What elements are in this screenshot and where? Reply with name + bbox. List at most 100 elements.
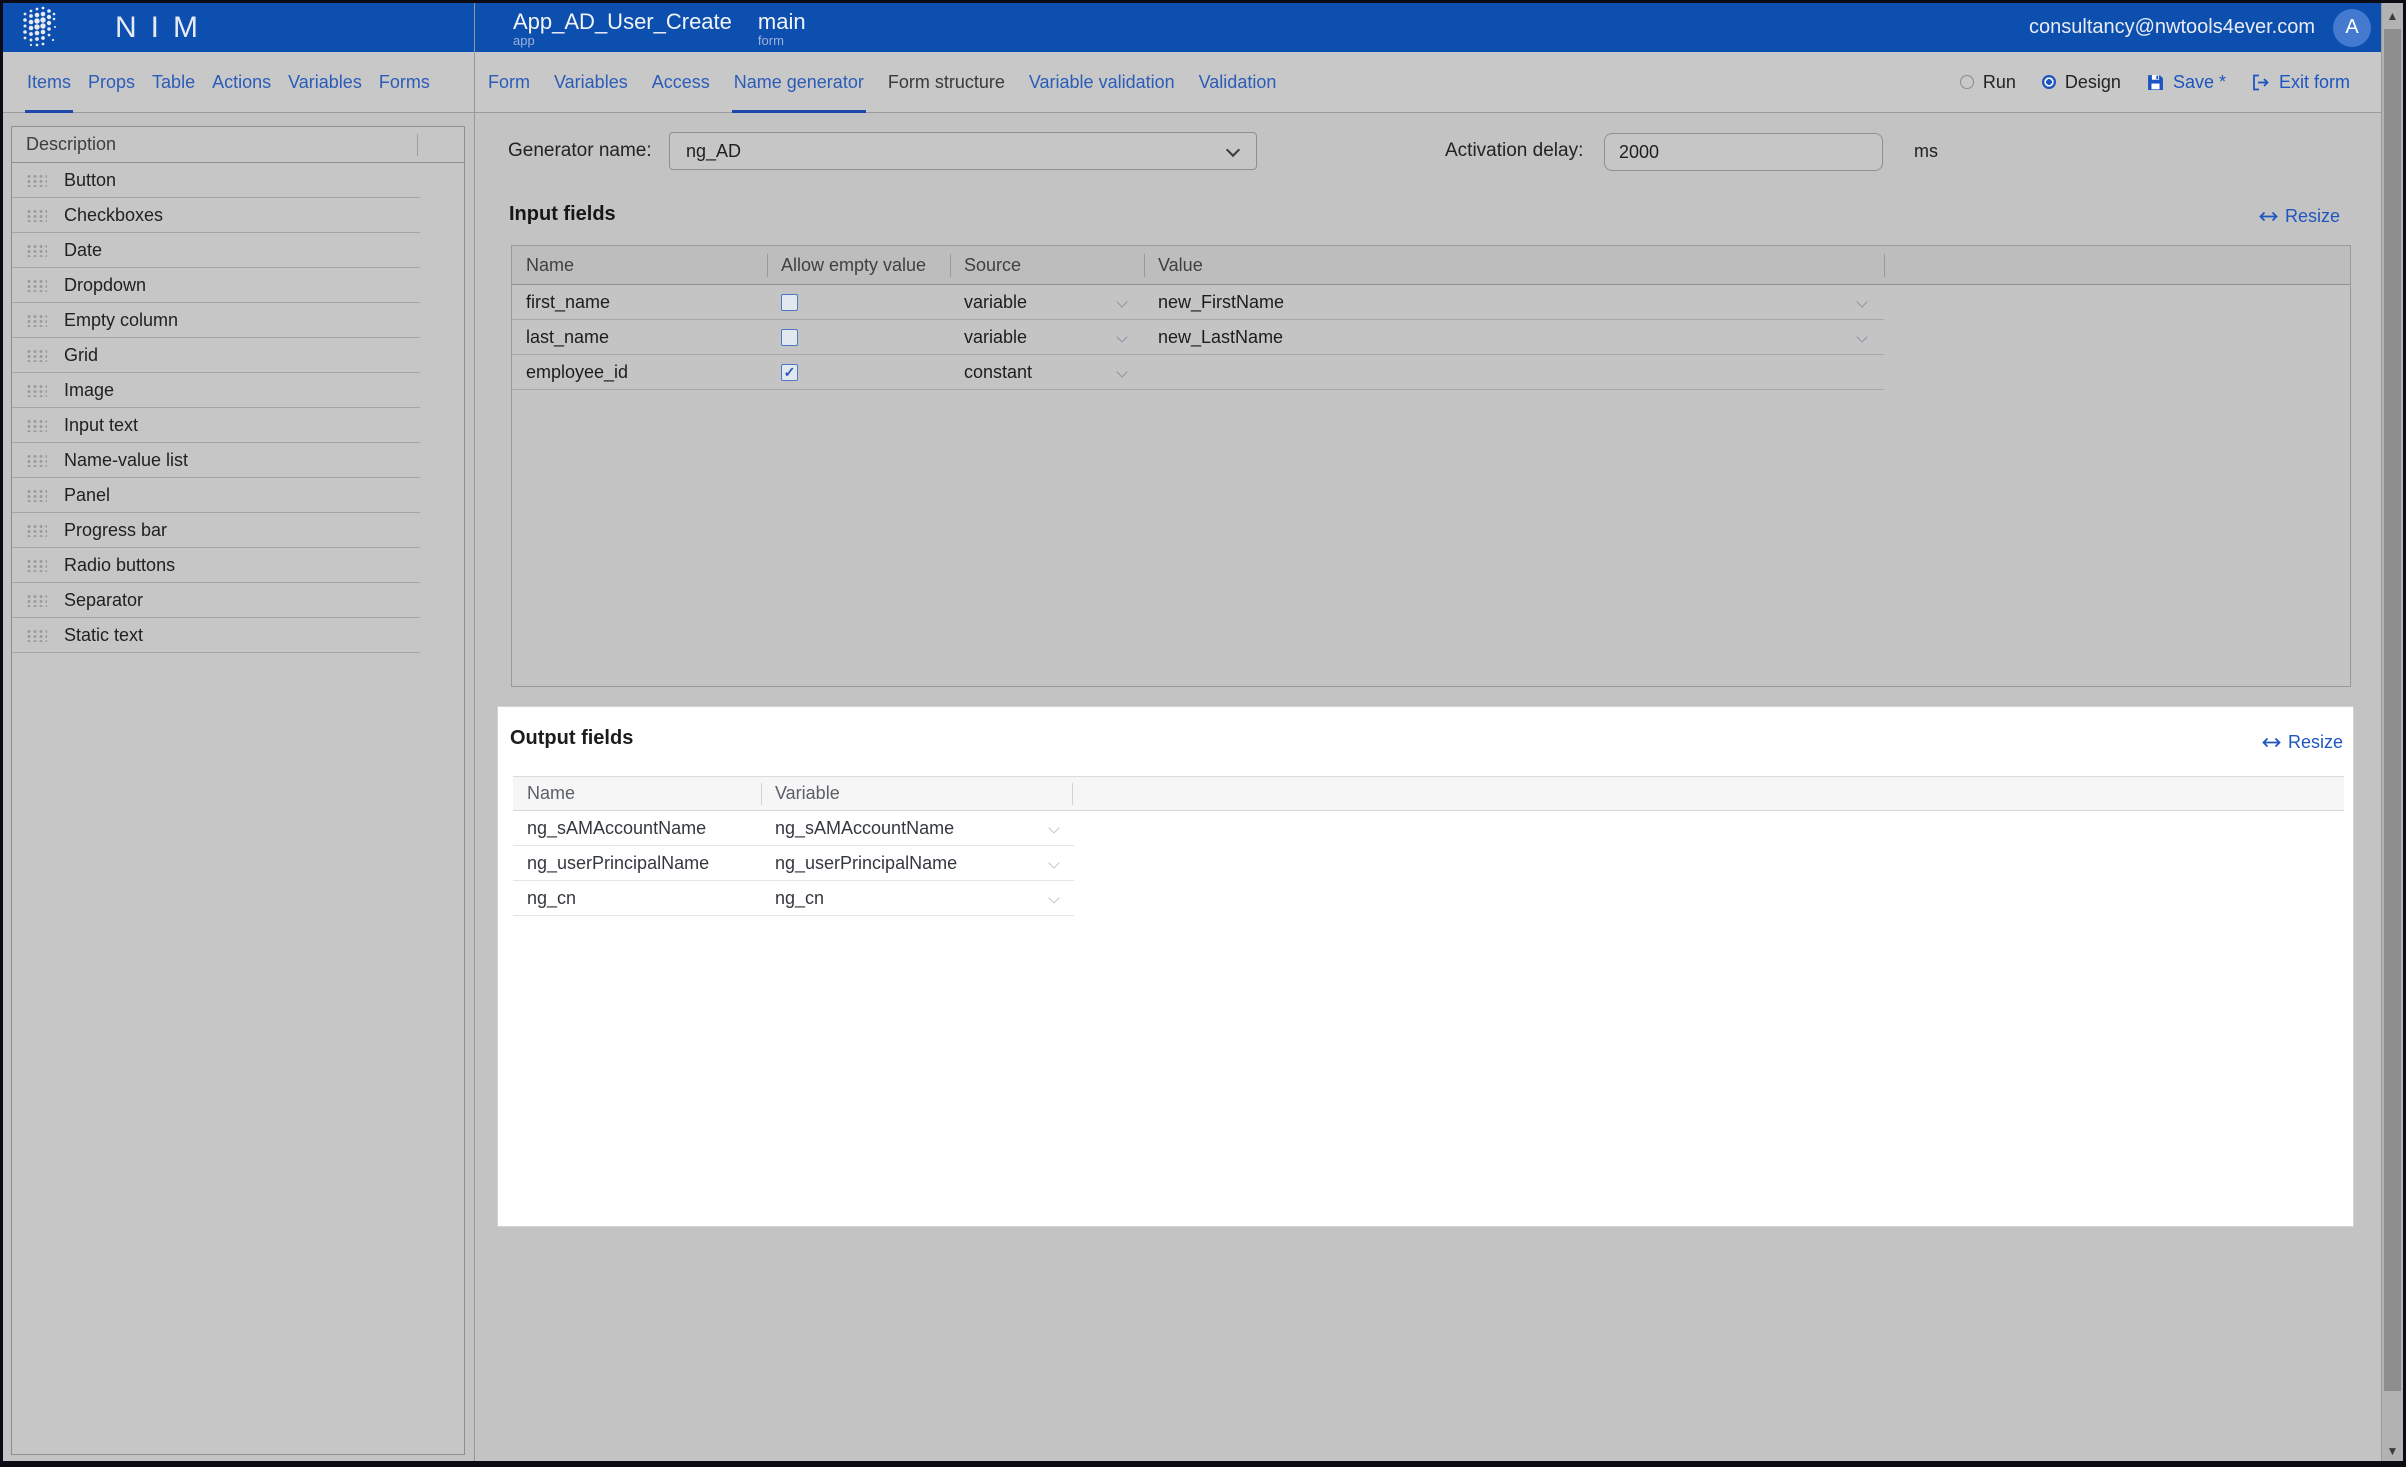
tab-name-generator[interactable]: Name generator [734, 52, 864, 112]
design-mode-option[interactable]: Design [2042, 72, 2121, 93]
exit-form-button[interactable]: Exit form [2252, 72, 2350, 93]
palette-item-separator[interactable]: Separator [12, 583, 420, 618]
tab-variables[interactable]: Variables [554, 52, 628, 112]
generator-name-label: Generator name: [508, 132, 652, 170]
name-cell[interactable]: last_name [512, 320, 767, 354]
value-select[interactable]: new_LastName [1144, 320, 1884, 354]
name-cell[interactable]: employee_id [512, 355, 767, 389]
name-cell[interactable]: ng_cn [513, 881, 761, 915]
drag-handle-icon [26, 349, 47, 362]
chevron-down-icon [1856, 331, 1867, 342]
palette-item-grid[interactable]: Grid [12, 338, 420, 373]
sidebar-tabs: Items Props Table Actions Variables Form… [3, 52, 474, 112]
tab-variable-validation[interactable]: Variable validation [1029, 52, 1175, 112]
name-cell[interactable]: first_name [512, 285, 767, 319]
variable-select[interactable]: ng_cn [761, 881, 1072, 915]
chevron-down-icon [1116, 331, 1127, 342]
tab-validation[interactable]: Validation [1199, 52, 1277, 112]
output-table-header: Name Variable [513, 776, 2344, 811]
palette-item-dropdown[interactable]: Dropdown [12, 268, 420, 303]
design-radio[interactable] [2042, 75, 2056, 89]
palette-item-progress-bar[interactable]: Progress bar [12, 513, 420, 548]
window-vertical-scrollbar[interactable]: ▲ ▼ [2381, 3, 2403, 1464]
variable-select[interactable]: ng_sAMAccountName [761, 811, 1072, 845]
drag-handle-icon [26, 279, 47, 292]
tab-table[interactable]: Table [152, 52, 195, 112]
output-row-cn: ng_cn ng_cn [513, 881, 1074, 916]
form-editor-tabs: Form Variables Access Name generator For… [488, 52, 1276, 112]
input-row-last-name: last_name ✓ variable new_LastName [512, 320, 2350, 355]
pane-divider [474, 3, 475, 1464]
palette-item-button[interactable]: Button [12, 163, 420, 198]
generator-name-select[interactable]: ng_AD [669, 132, 1257, 170]
palette-item-name-value-list[interactable]: Name-value list [12, 443, 420, 478]
source-select[interactable]: constant [950, 355, 1144, 389]
form-title: main [758, 10, 806, 34]
palette-item-date[interactable]: Date [12, 233, 420, 268]
header-brand: NIM [3, 3, 474, 52]
tab-actions[interactable]: Actions [212, 52, 271, 112]
value-select[interactable]: new_FirstName [1144, 285, 1884, 319]
palette-item-input-text[interactable]: Input text [12, 408, 420, 443]
activation-delay-value: 2000 [1619, 142, 1659, 163]
value-cell-empty[interactable] [1144, 355, 1884, 389]
palette-item-panel[interactable]: Panel [12, 478, 420, 513]
resize-icon [2262, 736, 2281, 749]
save-button[interactable]: Save * [2147, 72, 2226, 93]
input-fields-resize-link[interactable]: Resize [2259, 206, 2340, 227]
tab-items[interactable]: Items [27, 52, 71, 112]
drag-handle-icon [26, 489, 47, 502]
allow-empty-checkbox[interactable]: ✓ [781, 364, 798, 381]
source-select[interactable]: variable [950, 285, 1144, 319]
column-header-empty [1072, 777, 2344, 810]
scroll-up-icon[interactable]: ▲ [2382, 9, 2403, 23]
scroll-down-icon[interactable]: ▼ [2382, 1444, 2403, 1458]
column-header-name: Name [513, 777, 761, 810]
run-mode-option[interactable]: Run [1960, 72, 2016, 93]
column-header-name: Name [512, 246, 767, 284]
scrollbar-thumb[interactable] [2384, 29, 2401, 1391]
palette-header-label: Description [26, 134, 116, 155]
output-fields-resize-link[interactable]: Resize [2262, 732, 2343, 753]
user-avatar[interactable]: A [2333, 9, 2371, 47]
column-header-source: Source [950, 246, 1144, 284]
drag-handle-icon [26, 174, 47, 187]
activation-delay-label: Activation delay: [1445, 132, 1583, 170]
tab-form[interactable]: Form [488, 52, 530, 112]
tab-forms[interactable]: Forms [379, 52, 430, 112]
palette-item-empty-column[interactable]: Empty column [12, 303, 420, 338]
name-cell[interactable]: ng_sAMAccountName [513, 811, 761, 845]
tab-form-structure[interactable]: Form structure [888, 52, 1005, 112]
tab-variables-left[interactable]: Variables [288, 52, 362, 112]
exit-form-label: Exit form [2279, 72, 2350, 93]
drag-handle-icon [26, 384, 47, 397]
app-window: NIM App_AD_User_Create app main form con… [0, 0, 2406, 1467]
tab-access[interactable]: Access [652, 52, 710, 112]
activation-delay-input[interactable]: 2000 [1604, 133, 1883, 171]
column-resize-handle[interactable] [417, 134, 418, 156]
allow-empty-checkbox[interactable]: ✓ [781, 329, 798, 346]
save-icon [2147, 74, 2164, 91]
drag-handle-icon [26, 524, 47, 537]
source-select[interactable]: variable [950, 320, 1144, 354]
user-email: consultancy@nwtools4ever.com [2029, 16, 2315, 39]
top-header: NIM App_AD_User_Create app main form con… [3, 3, 2403, 52]
palette-item-checkboxes[interactable]: Checkboxes [12, 198, 420, 233]
name-cell[interactable]: ng_userPrincipalName [513, 846, 761, 880]
allow-empty-checkbox[interactable]: ✓ [781, 294, 798, 311]
palette-item-static-text[interactable]: Static text [12, 618, 420, 653]
chevron-down-icon [1856, 296, 1867, 307]
variable-select[interactable]: ng_userPrincipalName [761, 846, 1072, 880]
chevron-down-icon [1116, 366, 1127, 377]
form-title-subtitle: form [758, 34, 806, 48]
drag-handle-icon [26, 454, 47, 467]
palette-item-image[interactable]: Image [12, 373, 420, 408]
tab-props[interactable]: Props [88, 52, 135, 112]
run-radio[interactable] [1960, 75, 1974, 89]
drag-handle-icon [26, 629, 47, 642]
activation-delay-unit: ms [1914, 132, 1938, 170]
palette-item-radio-buttons[interactable]: Radio buttons [12, 548, 420, 583]
header-user-area: consultancy@nwtools4ever.com A [2029, 3, 2371, 52]
drag-handle-icon [26, 209, 47, 222]
output-row-samaccountname: ng_sAMAccountName ng_sAMAccountName [513, 811, 1074, 846]
